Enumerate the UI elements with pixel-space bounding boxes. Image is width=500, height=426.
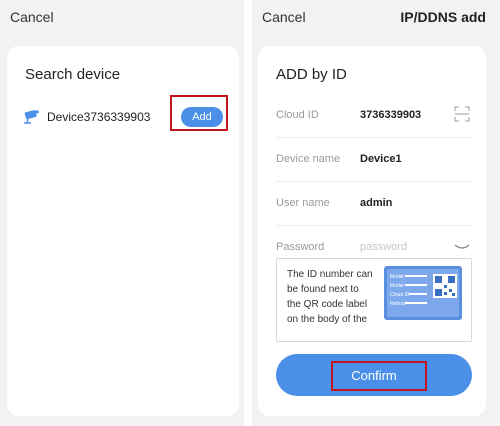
device-name: Device3736339903 xyxy=(47,110,151,124)
qr-code-icon xyxy=(433,274,457,298)
password-label: Password xyxy=(276,241,325,253)
hide-password-icon[interactable] xyxy=(454,242,470,252)
top-bar: Cancel IP/DDNS add xyxy=(252,0,500,34)
user-name-row: User name admin xyxy=(276,182,472,226)
hint-box: The ID number can be found next to the Q… xyxy=(276,258,472,342)
cloud-id-value[interactable]: 3736339903 xyxy=(360,109,421,121)
search-device-screen: Cancel Search device Device3736339903 Ad… xyxy=(0,0,244,426)
cancel-button[interactable]: Cancel xyxy=(262,9,306,25)
user-name-label: User name xyxy=(276,197,330,209)
user-name-value[interactable]: admin xyxy=(360,197,392,209)
hint-text: The ID number can be found next to the Q… xyxy=(287,269,373,325)
card-title: ADD by ID xyxy=(276,66,347,83)
scan-qr-icon[interactable] xyxy=(454,106,470,122)
label-model: Model xyxy=(390,274,404,280)
cancel-button[interactable]: Cancel xyxy=(10,9,54,25)
ip-ddns-add-button[interactable]: IP/DDNS add xyxy=(400,9,486,25)
screen-divider xyxy=(244,0,252,426)
device-name-value[interactable]: Device1 xyxy=(360,153,402,165)
confirm-button-highlight xyxy=(331,361,427,391)
add-button-highlight xyxy=(170,95,228,131)
label-cloud-id: Cloud ID xyxy=(390,292,410,298)
card-title: Search device xyxy=(25,66,121,83)
cloud-id-row: Cloud ID 3736339903 xyxy=(276,94,472,138)
password-input[interactable] xyxy=(360,237,450,257)
device-name-row: Device name Device1 xyxy=(276,138,472,182)
cloud-id-label: Cloud ID xyxy=(276,109,319,121)
label-reboot: Reboot xyxy=(390,301,407,307)
device-label-illustration: Model Model Cloud ID Reboot xyxy=(384,266,462,320)
top-bar: Cancel xyxy=(0,0,244,34)
label-model-2: Model xyxy=(390,283,404,289)
device-name-label: Device name xyxy=(276,153,341,165)
camera-icon xyxy=(24,109,39,124)
